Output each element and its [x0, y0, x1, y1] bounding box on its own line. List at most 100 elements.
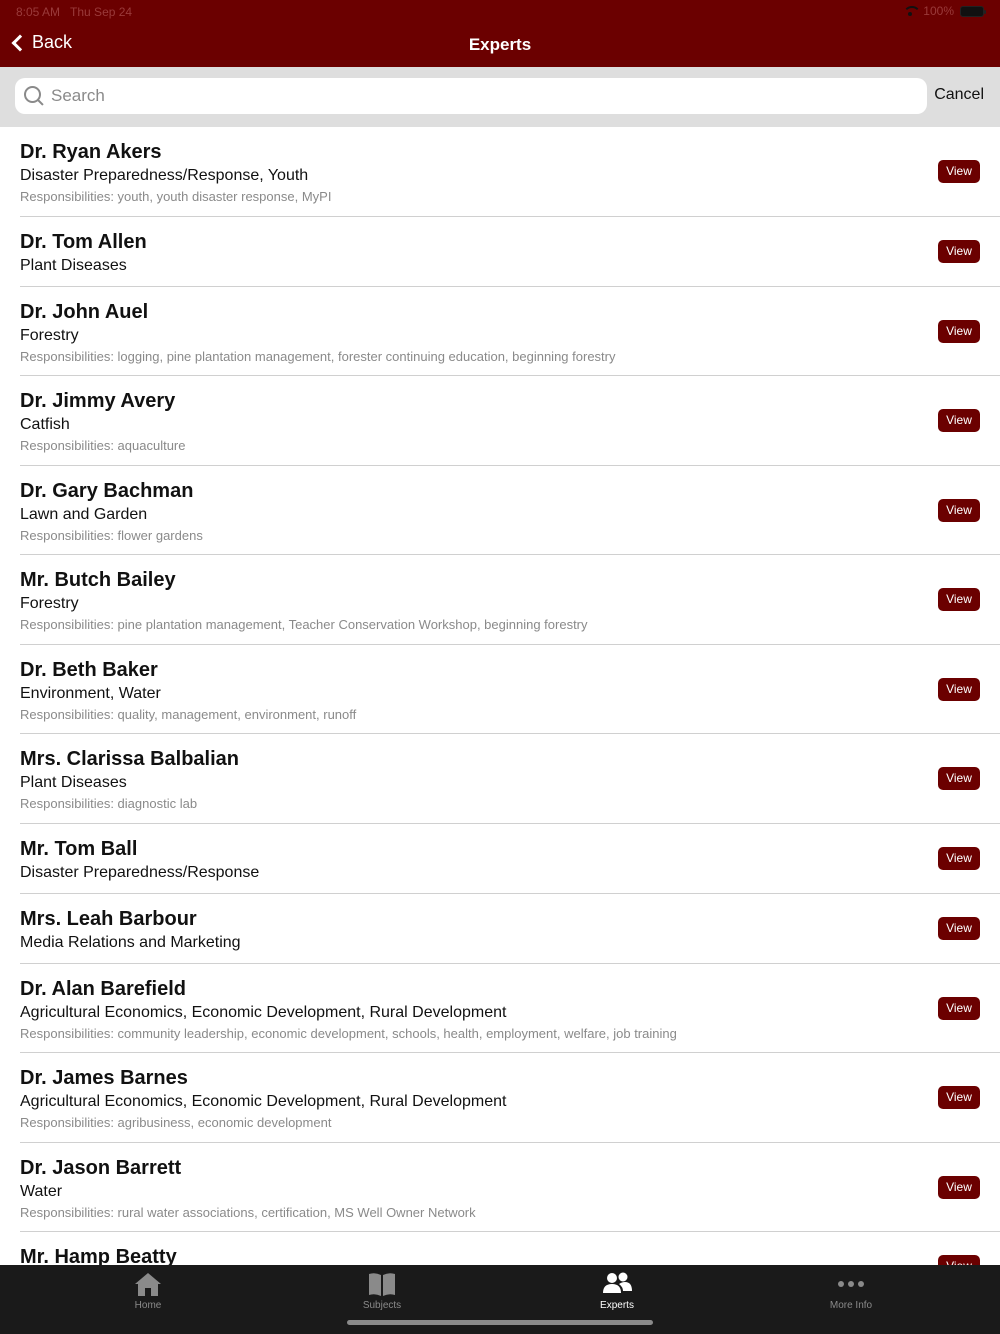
expert-list[interactable]: Dr. Ryan Akers Disaster Preparedness/Resp… — [0, 127, 1000, 1265]
expert-name: Dr. Jason Barrett — [20, 1156, 182, 1179]
tab-label: More Info — [829, 1300, 873, 1311]
expert-responsibilities: Responsibilities: aquaculture — [20, 438, 186, 453]
view-button[interactable]: View — [938, 319, 980, 343]
expert-name: Mr. Hamp Beatty — [20, 1246, 177, 1265]
tab-home[interactable]: Home — [31, 1265, 265, 1334]
expert-responsibilities: Responsibilities: logging, pine plantati… — [20, 348, 616, 364]
view-button[interactable]: View — [938, 916, 980, 940]
people-icon — [603, 1272, 632, 1293]
expert-row[interactable]: Dr. Alan Barefield Agricultural Economics… — [0, 964, 1000, 1054]
expert-row-content: Mrs. Clarissa Balbalian Plant Diseases Res… — [0, 734, 1000, 814]
expert-responsibilities: Responsibilities: youth, youth disaster … — [20, 189, 332, 204]
view-button[interactable]: View — [938, 677, 980, 701]
expert-subject: Disaster Preparedness/Response — [20, 863, 260, 881]
search-bar: Cancel — [0, 67, 1000, 127]
tab-bar: Home Subjects Experts More Info — [0, 1265, 1000, 1334]
expert-responsibilities: Responsibilities: quality, management, e… — [20, 706, 357, 722]
book-icon — [369, 1273, 395, 1296]
status-bar: 8:05 AM Thu Sep 24 100% — [0, 0, 1000, 24]
experts-screen: 8:05 AM Thu Sep 24 100% Back Experts Can… — [0, 0, 1000, 1334]
more-icon — [838, 1281, 864, 1287]
expert-row-content: Dr. Beth Baker Environment, Water Responsi… — [0, 645, 1000, 725]
expert-row[interactable]: Dr. John Auel Forestry Responsibilities: l… — [0, 287, 1000, 377]
expert-subject: Media Relations and Marketing — [20, 933, 241, 951]
expert-row[interactable]: Dr. Gary Bachman Lawn and Garden Responsib… — [0, 466, 1000, 556]
expert-name: Dr. Alan Barefield — [20, 977, 186, 1000]
search-field[interactable] — [15, 78, 927, 114]
expert-subject: Lawn and Garden — [20, 505, 148, 523]
status-time: 8:05 AM Thu Sep 24 — [16, 5, 133, 19]
expert-name: Dr. Ryan Akers — [20, 141, 162, 163]
expert-row[interactable]: Mrs. Clarissa Balbalian Plant Diseases Res… — [0, 734, 1000, 824]
expert-row-content: Dr. Alan Barefield Agricultural Economics… — [0, 964, 1000, 1044]
expert-responsibilities: Responsibilities: pine plantation manage… — [20, 617, 588, 632]
expert-subject: Environment, Water — [20, 684, 161, 702]
tab-label: Subjects — [362, 1300, 402, 1311]
page-title: Experts — [468, 35, 532, 54]
expert-row[interactable]: Dr. Jason Barrett Water Responsibilities: … — [0, 1143, 1000, 1233]
view-button[interactable]: View — [938, 1175, 980, 1199]
view-button[interactable]: View — [938, 767, 980, 790]
expert-row[interactable]: Dr. Tom Allen Plant Diseases View — [0, 217, 1000, 287]
expert-row-content: Dr. Jimmy Avery Catfish Responsibilities: … — [0, 376, 1000, 456]
tab-label: Experts — [600, 1300, 634, 1311]
expert-name: Mrs. Leah Barbour — [20, 907, 197, 930]
expert-row-content: Mrs. Leah Barbour Media Relations and Mar… — [0, 894, 1000, 954]
expert-name: Mrs. Clarissa Balbalian — [20, 748, 239, 770]
expert-row[interactable]: Dr. Jimmy Avery Catfish Responsibilities: … — [0, 376, 1000, 466]
expert-name: Mr. Tom Ball — [20, 837, 138, 860]
expert-name: Dr. James Barnes — [20, 1067, 188, 1089]
expert-responsibilities: Responsibilities: rural water associatio… — [20, 1204, 476, 1220]
wifi-icon — [903, 6, 922, 16]
home-indicator — [347, 1320, 653, 1325]
expert-row-content: Dr. James Barnes Agricultural Economics, … — [0, 1053, 1000, 1133]
expert-name: Mr. Butch Bailey — [20, 569, 176, 591]
tab-more-info[interactable]: More Info — [734, 1265, 968, 1334]
expert-responsibilities: Responsibilities: agribusiness, economic… — [20, 1115, 332, 1130]
expert-row[interactable]: Mr. Hamp Beatty View — [0, 1232, 1000, 1265]
home-icon — [135, 1273, 161, 1296]
view-button[interactable]: View — [938, 160, 980, 183]
view-button[interactable]: View — [938, 846, 980, 870]
expert-row[interactable]: Dr. Beth Baker Environment, Water Responsi… — [0, 645, 1000, 735]
view-button[interactable]: View — [938, 1255, 980, 1265]
expert-name: Dr. Gary Bachman — [20, 479, 194, 502]
view-button[interactable]: View — [938, 498, 980, 522]
battery-icon — [960, 5, 986, 17]
expert-subject: Forestry — [20, 326, 79, 344]
expert-row-content: Mr. Hamp Beatty — [0, 1232, 1000, 1265]
expert-row[interactable]: Dr. Ryan Akers Disaster Preparedness/Resp… — [0, 127, 1000, 217]
expert-subject: Catfish — [20, 416, 70, 433]
cancel-button[interactable]: Cancel — [934, 86, 984, 104]
view-button[interactable]: View — [938, 588, 980, 611]
header: 8:05 AM Thu Sep 24 100% Back Experts — [0, 0, 1000, 67]
expert-name: Dr. John Auel — [20, 300, 149, 323]
expert-name: Dr. Jimmy Avery — [20, 390, 176, 412]
expert-row[interactable]: Mr. Butch Bailey Forestry Responsibilities… — [0, 555, 1000, 645]
expert-row-content: Dr. Gary Bachman Lawn and Garden Responsib… — [0, 466, 1000, 546]
expert-row[interactable]: Dr. James Barnes Agricultural Economics, … — [0, 1053, 1000, 1143]
battery-percent: 100% — [923, 4, 954, 18]
expert-row-content: Dr. Tom Allen Plant Diseases — [0, 217, 1000, 277]
expert-row-content: Mr. Butch Bailey Forestry Responsibilities… — [0, 555, 1000, 635]
expert-name: Dr. Tom Allen — [20, 230, 147, 253]
view-button[interactable]: View — [938, 996, 980, 1020]
expert-responsibilities: Responsibilities: diagnostic lab — [20, 796, 198, 811]
expert-subject: Water — [20, 1182, 63, 1200]
expert-row-content: Dr. John Auel Forestry Responsibilities: l… — [0, 287, 1000, 367]
expert-row-content: Mr. Tom Ball Disaster Preparedness/Respon… — [0, 824, 1000, 884]
status-right: 100% — [903, 4, 986, 18]
expert-subject: Agricultural Economics, Economic Develop… — [20, 1093, 507, 1110]
search-input[interactable] — [51, 86, 911, 106]
expert-name: Dr. Beth Baker — [20, 658, 158, 681]
tab-label: Home — [134, 1300, 162, 1311]
expert-responsibilities: Responsibilities: community leadership, … — [20, 1025, 677, 1041]
view-button[interactable]: View — [938, 239, 980, 263]
expert-subject: Agricultural Economics, Economic Develop… — [20, 1003, 507, 1021]
expert-row[interactable]: Mr. Tom Ball Disaster Preparedness/Respon… — [0, 824, 1000, 894]
expert-subject: Disaster Preparedness/Response, Youth — [20, 167, 309, 184]
view-button[interactable]: View — [938, 409, 980, 432]
expert-row[interactable]: Mrs. Leah Barbour Media Relations and Mar… — [0, 894, 1000, 964]
search-icon — [23, 84, 47, 108]
view-button[interactable]: View — [938, 1086, 980, 1109]
